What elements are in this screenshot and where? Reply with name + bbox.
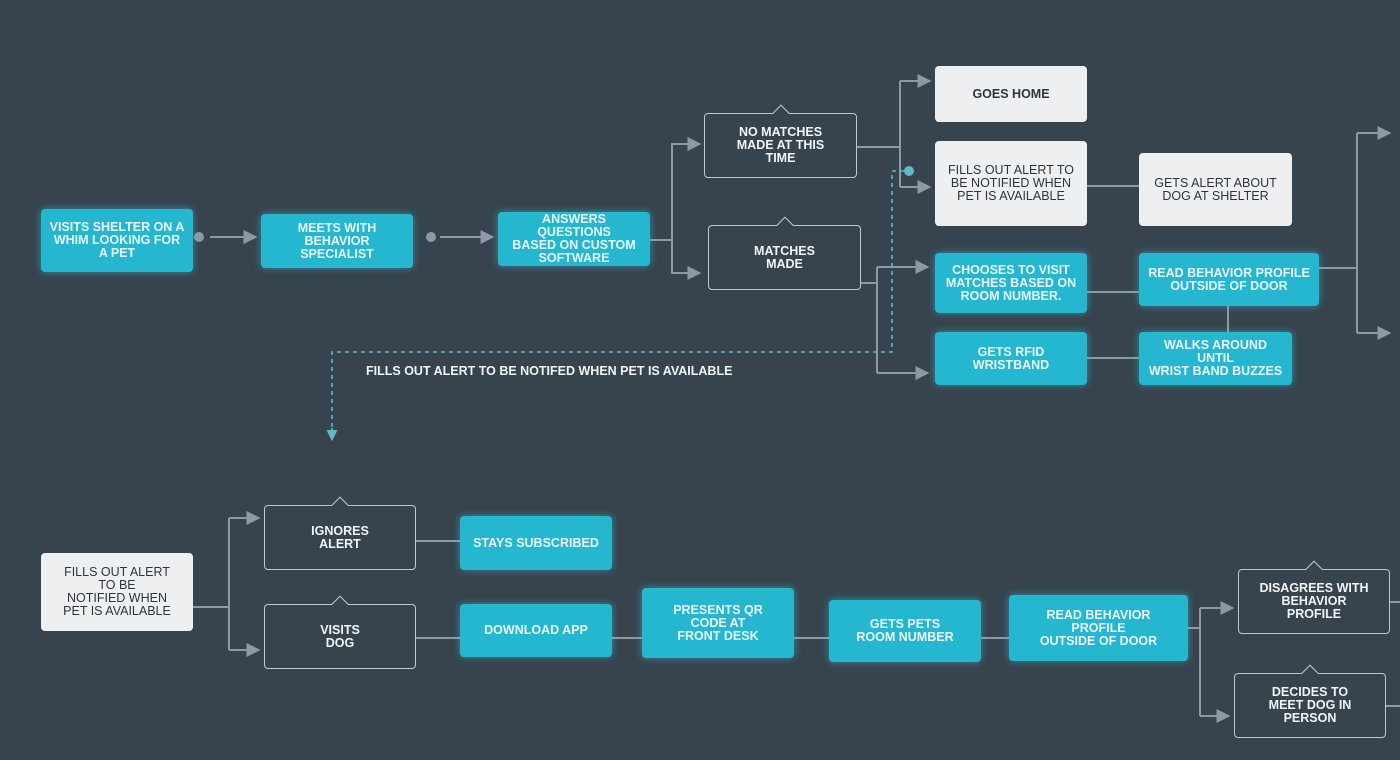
goes-home-node: Goes home bbox=[935, 66, 1087, 122]
disagrees-node: Disagrees with behavior profile bbox=[1238, 569, 1390, 634]
walks-around-node: Walks around until wrist band buzzes bbox=[1139, 332, 1292, 385]
answers-questions-node: Answers questions based on custom softwa… bbox=[498, 212, 650, 266]
bottom-read-profile-node: Read behavior profile outside of door bbox=[1009, 595, 1188, 661]
disagrees-label: Disagrees with behavior profile bbox=[1259, 581, 1369, 621]
matches-made-node: Matches made bbox=[708, 225, 861, 290]
gets-room-node: Gets pets room number bbox=[829, 600, 981, 662]
meets-specialist-node: Meets with behavior specialist bbox=[261, 214, 413, 268]
dashed-connector-label: Fills out alert to be notifed when pet i… bbox=[366, 364, 733, 378]
download-app-node: Download app bbox=[460, 604, 612, 657]
visits-dog-node: Visits dog bbox=[264, 604, 416, 669]
ignores-alert-node: Ignores alert bbox=[264, 505, 416, 570]
chooses-visit-node: Chooses to visit matches based on room n… bbox=[935, 253, 1087, 313]
visits-shelter-node: Visits shelter on a whim looking for a p… bbox=[41, 209, 193, 272]
gets-alert-node: Gets alert about dog at shelter bbox=[1139, 153, 1292, 226]
bottom-fills-alert-node: Fills out alert to be notified when pet … bbox=[41, 553, 193, 631]
ignores-alert-label: Ignores alert bbox=[311, 523, 369, 551]
no-matches-node: No matches made at this time bbox=[704, 113, 857, 178]
decides-meet-node: Decides to meet dog in person bbox=[1234, 673, 1386, 738]
decides-meet-label: Decides to meet dog in person bbox=[1268, 685, 1352, 725]
read-profile-node: Read behavior profile outside of door bbox=[1139, 253, 1319, 306]
fills-alert-node: Fills out alert to be notified when pet … bbox=[935, 141, 1087, 226]
presents-qr-node: Presents QR code at front desk bbox=[642, 588, 794, 658]
stays-subscribed-node: Stays subscribed bbox=[460, 516, 612, 570]
gets-rfid-node: Gets RFID wristband bbox=[935, 332, 1087, 385]
visits-dog-label: Visits dog bbox=[320, 622, 360, 650]
matches-made-label: Matches made bbox=[754, 243, 815, 271]
no-matches-label: No matches made at this time bbox=[736, 125, 825, 165]
